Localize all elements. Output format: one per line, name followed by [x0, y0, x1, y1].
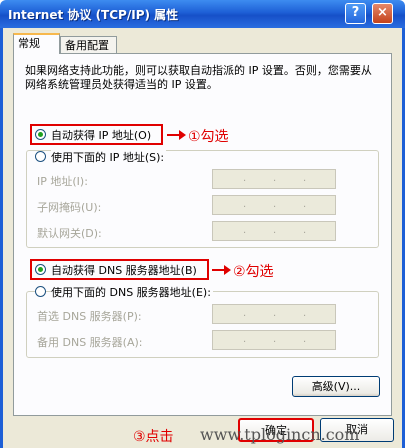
radio-auto-dns[interactable]	[35, 264, 46, 275]
manual-ip-label: 使用下面的 IP 地址(S):	[51, 149, 167, 165]
subnet-mask-field[interactable]: ...	[212, 195, 336, 215]
ip-address-field[interactable]: ...	[212, 169, 336, 189]
window-title: Internet 协议 (TCP/IP) 属性	[8, 8, 179, 22]
default-gateway-label: 默认网关(D):	[37, 227, 102, 240]
help-icon[interactable]: ?	[345, 3, 366, 24]
annotation-arrow-2	[212, 265, 231, 275]
close-icon[interactable]: ×	[372, 3, 393, 24]
radio-manual-dns[interactable]	[35, 286, 46, 297]
description-text: 如果网络支持此功能，则可以获取自动指派的 IP 设置。否则，您需要从网络系统管理…	[25, 64, 372, 91]
watermark: www.tplogincn.com	[200, 425, 360, 444]
annotation-3: ③点击	[133, 429, 174, 445]
subnet-mask-label: 子网掩码(U):	[37, 201, 102, 214]
manual-dns-label: 使用下面的 DNS 服务器地址(E):	[51, 284, 213, 300]
tab-general[interactable]: 常规	[13, 33, 60, 54]
preferred-dns-label: 首选 DNS 服务器(P):	[37, 310, 142, 323]
advanced-button[interactable]: 高级(V)...	[292, 376, 380, 397]
auto-ip-label: 自动获得 IP 地址(O)	[51, 129, 152, 142]
ip-address-label: IP 地址(I):	[37, 175, 88, 188]
default-gateway-field[interactable]: ...	[212, 221, 336, 241]
annotation-2: ②勾选	[233, 264, 274, 280]
title-bar: Internet 协议 (TCP/IP) 属性 ? ×	[0, 0, 405, 28]
annotation-1: ①勾选	[188, 129, 229, 145]
alternate-dns-field[interactable]: ...	[212, 330, 336, 350]
alternate-dns-label: 备用 DNS 服务器(A):	[37, 336, 143, 349]
annotation-arrow-1	[167, 130, 186, 140]
preferred-dns-field[interactable]: ...	[212, 304, 336, 324]
auto-dns-label: 自动获得 DNS 服务器地址(B)	[51, 264, 197, 277]
radio-auto-ip[interactable]	[35, 129, 46, 140]
radio-manual-ip[interactable]	[35, 151, 46, 162]
